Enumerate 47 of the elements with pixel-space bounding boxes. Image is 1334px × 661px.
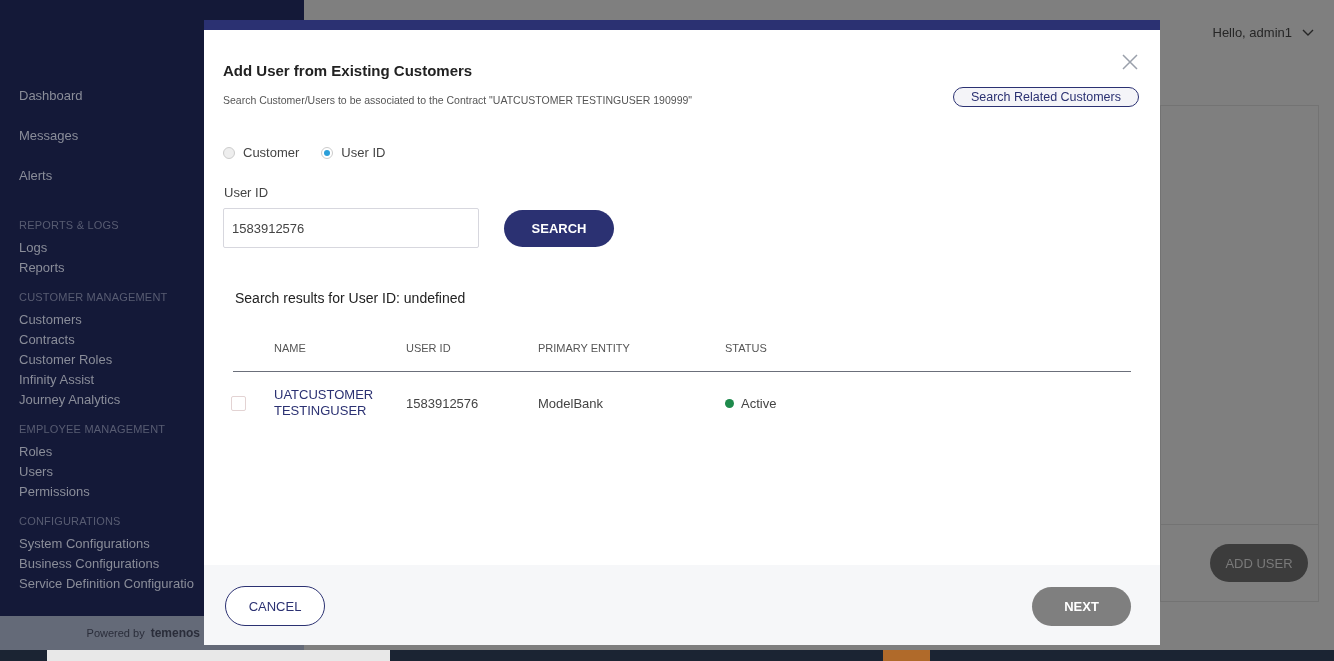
table-cell-text: 1583912576	[406, 395, 480, 411]
nav-item[interactable]: Contracts	[19, 330, 75, 350]
table-cell: UATCUSTOMER TESTINGUSER	[274, 387, 374, 419]
chevron-down-icon[interactable]	[1302, 28, 1314, 37]
radio-label[interactable]: User ID	[341, 145, 386, 160]
nav-section-heading: CUSTOMER MANAGEMENT	[19, 291, 168, 303]
column-header: USER ID	[406, 342, 452, 354]
nav-section-heading: REPORTS & LOGS	[19, 219, 119, 231]
radio-label[interactable]: Customer	[243, 145, 300, 160]
results-heading: Search results for User ID: undefined	[235, 290, 467, 306]
search-button[interactable]: SEARCH	[504, 209, 614, 247]
field-label: User ID	[224, 185, 270, 200]
brand-logo: temenos	[150, 626, 200, 640]
status-text: Active	[741, 395, 777, 411]
nav-item[interactable]: Business Configurations	[19, 554, 160, 574]
nav-section-heading: EMPLOYEE MANAGEMENT	[19, 423, 166, 435]
nav-item[interactable]: Journey Analytics	[19, 390, 121, 410]
nav-item[interactable]: Roles	[19, 442, 53, 462]
nav-item[interactable]: Permissions	[19, 482, 90, 502]
user-id-input[interactable]: 1583912576	[223, 208, 479, 248]
nav-section-heading: CONFIGURATIONS	[19, 515, 121, 527]
nav-item[interactable]: Service Definition Configuratio	[19, 574, 194, 594]
nav-item[interactable]: System Configurations	[19, 534, 150, 554]
search-related-customers-button[interactable]: Search Related Customers	[952, 87, 1139, 107]
nav-item[interactable]: Customers	[19, 310, 82, 330]
next-button[interactable]: NEXT	[1032, 586, 1131, 626]
nav-item[interactable]: Users	[19, 462, 53, 482]
nav-item[interactable]: Infinity Assist	[19, 370, 95, 390]
nav-item[interactable]: Dashboard	[19, 86, 83, 106]
user-greeting: Hello, admin1	[1212, 25, 1292, 40]
dialog-title: Add User from Existing Customers	[223, 62, 474, 79]
close-icon[interactable]	[1122, 54, 1138, 70]
column-header: STATUS	[725, 342, 768, 354]
nav-item[interactable]: Customer Roles	[19, 350, 113, 370]
nav-item[interactable]: Alerts	[19, 166, 53, 186]
table-cell-text: ModelBank	[538, 395, 605, 411]
dialog-subtitle: Search Customer/Users to be associated to the Contract "UATCUSTOMER TESTINGUSER 190999"	[223, 94, 693, 106]
column-header: NAME	[274, 342, 307, 354]
column-header: PRIMARY ENTITY	[538, 342, 631, 354]
nav-item[interactable]: Logs	[19, 238, 48, 258]
row-checkbox[interactable]	[231, 395, 246, 411]
radio-button[interactable]	[223, 146, 235, 159]
nav-item[interactable]: Messages	[19, 126, 79, 146]
cancel-button[interactable]: CANCEL	[225, 586, 325, 626]
radio-button[interactable]	[321, 146, 334, 159]
powered-by-label: Powered by	[86, 627, 145, 639]
nav-item[interactable]: Reports	[19, 258, 65, 278]
